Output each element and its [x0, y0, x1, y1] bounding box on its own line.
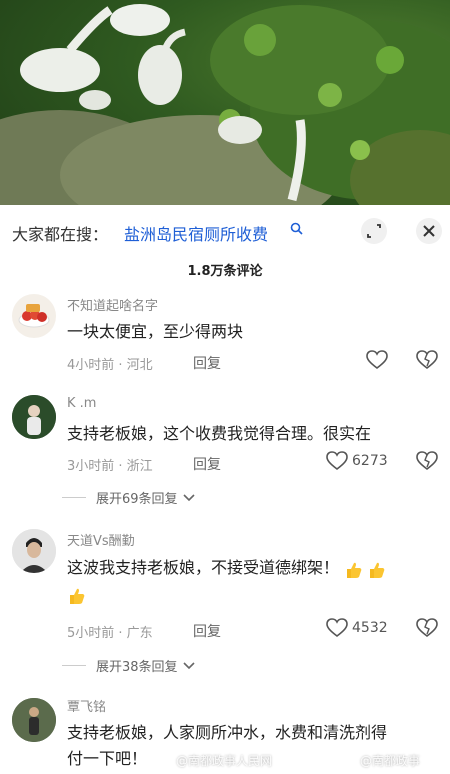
comment-count: 1.8万条评论 — [187, 264, 263, 279]
chevron-down-icon — [182, 661, 195, 669]
dislike-button[interactable] — [416, 618, 438, 642]
chevron-down-icon — [182, 493, 195, 501]
dislike-button[interactable] — [416, 350, 438, 374]
watermark: @南都政事人民网 — [176, 754, 273, 768]
comment-username[interactable]: 天道Vs酬勤 — [67, 530, 135, 549]
comment-username[interactable]: 覃飞铭 — [67, 696, 106, 715]
broken-heart-icon — [416, 350, 438, 370]
expand-replies-button[interactable]: 展开38条回复 — [62, 656, 196, 675]
thumbs-up-emoji — [344, 560, 362, 578]
avatar[interactable] — [12, 698, 56, 742]
comment-meta: 5小时前 · 广东 — [67, 626, 153, 641]
comment-text-line: 付一下吧！ — [67, 749, 148, 768]
expand-replies-button[interactable]: 展开69条回复 — [62, 488, 196, 507]
comment-meta: 4小时前 · 河北 — [67, 358, 153, 373]
expand-replies-label: 展开69条回复 — [96, 492, 178, 507]
heart-icon — [326, 618, 348, 638]
comment-username[interactable]: K .m — [67, 396, 96, 411]
like-button[interactable] — [366, 350, 388, 370]
like-button[interactable]: 6273 — [326, 451, 388, 471]
thumbs-up-emoji — [67, 586, 85, 604]
video-frame-egrets — [0, 4, 450, 205]
thumbs-up-emoji — [367, 560, 385, 578]
avatar[interactable] — [12, 529, 56, 573]
search-icon[interactable] — [290, 221, 304, 235]
expand-replies-label: 展开38条回复 — [96, 660, 178, 675]
divider — [62, 497, 86, 498]
heart-icon — [366, 350, 388, 370]
divider — [62, 665, 86, 666]
comment-meta: 3小时前 · 浙江 — [67, 459, 153, 474]
watermark: @南都政事 — [360, 754, 421, 768]
broken-heart-icon — [416, 618, 438, 638]
comment-text: 一块太便宜，至少得两块 — [67, 322, 244, 341]
like-count: 4532 — [352, 620, 388, 636]
avatar[interactable] — [12, 395, 56, 439]
like-count: 6273 — [352, 453, 388, 469]
comment-text: 支持老板娘，这个收费我觉得合理。很实在 — [67, 424, 372, 443]
comment-text-line: 支持老板娘，人家厕所冲水，水费和清洗剂得 — [67, 723, 388, 742]
comment-username[interactable]: 不知道起啥名字 — [67, 295, 158, 314]
avatar[interactable] — [12, 294, 56, 338]
heart-icon — [326, 451, 348, 471]
search-suggestion-link[interactable]: 盐洲岛民宿厕所收费 — [124, 221, 268, 245]
close-icon[interactable] — [416, 218, 442, 244]
dislike-button[interactable] — [416, 451, 438, 475]
broken-heart-icon — [416, 451, 438, 471]
comment-text-content: 这波我支持老板娘，不接受道德绑架！ — [67, 558, 340, 577]
reply-button[interactable]: 回复 — [193, 454, 221, 474]
video-player[interactable] — [0, 0, 450, 205]
search-prefix-label: 大家都在搜： — [12, 225, 109, 244]
reply-button[interactable]: 回复 — [193, 621, 221, 641]
like-button[interactable]: 4532 — [326, 618, 388, 638]
reply-button[interactable]: 回复 — [193, 353, 221, 373]
expand-icon[interactable] — [361, 218, 387, 244]
comment-text: 这波我支持老板娘，不接受道德绑架！ — [67, 555, 442, 607]
